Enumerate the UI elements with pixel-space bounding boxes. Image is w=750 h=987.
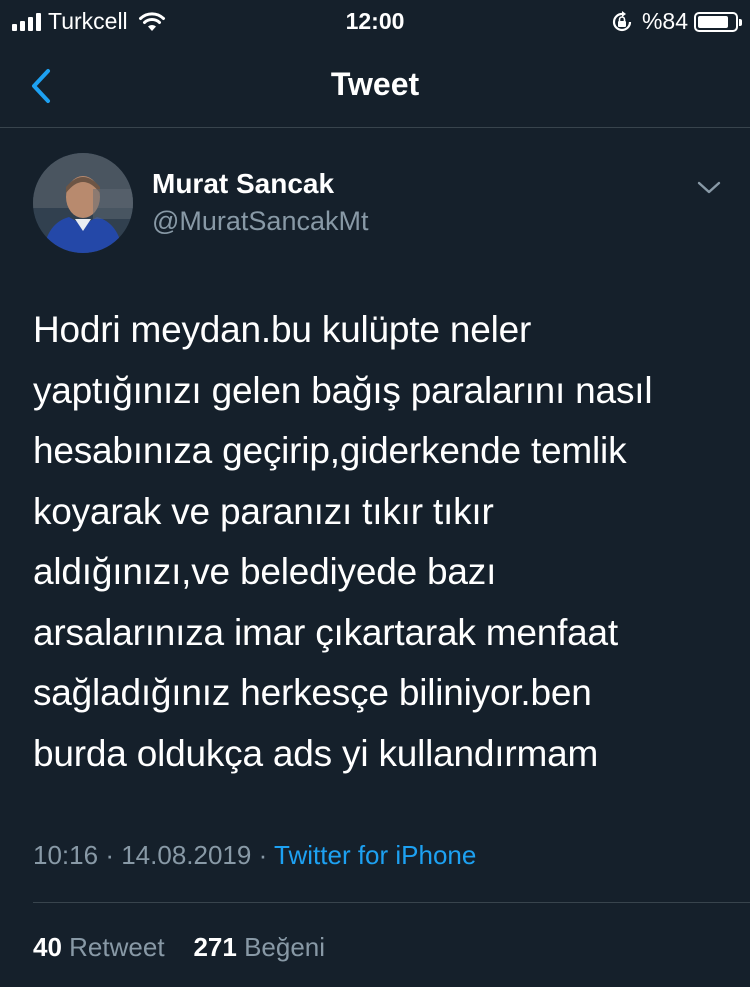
- page-title: Tweet: [330, 66, 420, 102]
- tweet-source-link[interactable]: Twitter for iPhone: [274, 840, 476, 870]
- chevron-down-icon[interactable]: [696, 180, 722, 196]
- battery-percentage: %84: [641, 8, 688, 34]
- tweet-stats: 40 Retweet 271 Beğeni: [33, 932, 325, 963]
- avatar-image: [33, 153, 133, 253]
- like-label[interactable]: Beğeni: [244, 932, 325, 962]
- tweet-text: Hodri meydan.bu kulüpte neler yaptığınız…: [33, 309, 653, 774]
- meta-separator: ·: [258, 840, 268, 870]
- author-name[interactable]: Murat Sancak: [152, 168, 334, 200]
- battery-icon: [694, 11, 742, 32]
- avatar[interactable]: [33, 153, 133, 253]
- status-bar: Turkcell 12:00 %84: [0, 0, 750, 44]
- tweet-date: 14.08.2019: [121, 840, 252, 870]
- author-handle[interactable]: @MuratSancakMt: [152, 206, 368, 237]
- meta-separator: ·: [105, 840, 114, 870]
- like-count[interactable]: 271: [193, 932, 236, 962]
- tweet-time: 10:16: [33, 840, 99, 870]
- retweet-count[interactable]: 40: [33, 932, 62, 962]
- navigation-bar: Tweet: [0, 44, 750, 128]
- retweet-label[interactable]: Retweet: [69, 932, 164, 962]
- battery-fill: [698, 15, 728, 28]
- battery-nub: [739, 18, 742, 26]
- tweet-meta: 10:16 · 14.08.2019 · Twitter for iPhone: [33, 840, 476, 871]
- status-right: %84: [610, 8, 742, 35]
- orientation-lock-icon: [612, 10, 632, 31]
- divider: [33, 902, 750, 903]
